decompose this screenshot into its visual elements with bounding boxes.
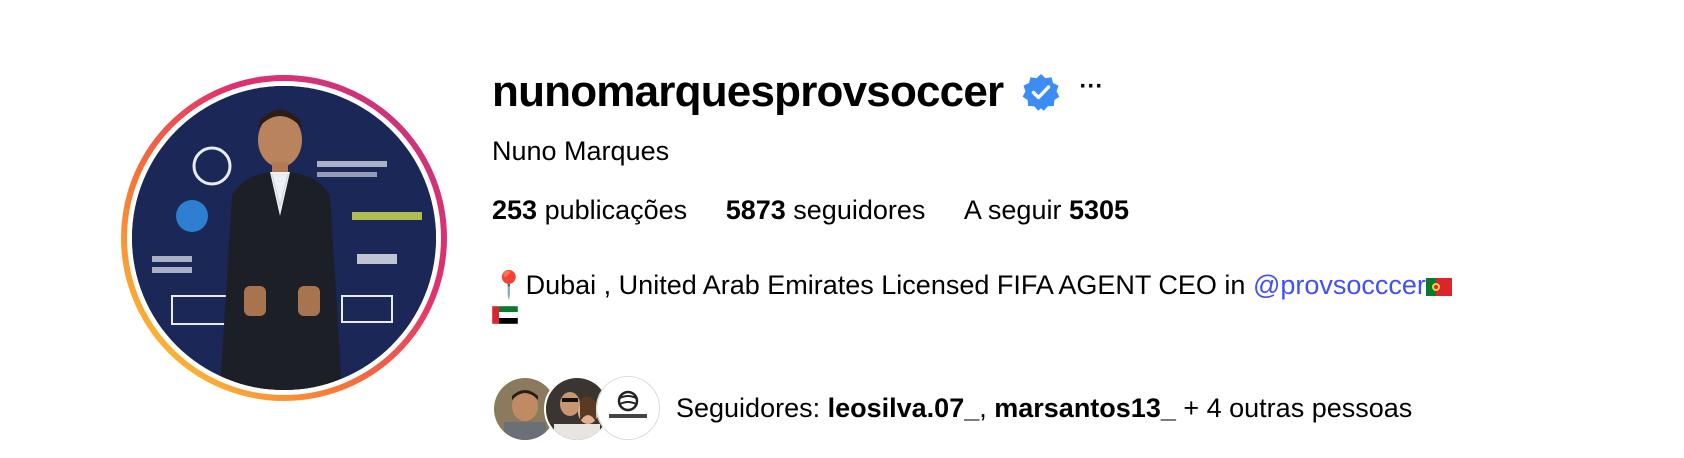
followed-by-prefix: Seguidores: bbox=[676, 393, 828, 423]
posts-count: 253 bbox=[492, 195, 538, 225]
following-stat[interactable]: A seguir 5305 bbox=[964, 193, 1129, 227]
uae-flag-icon bbox=[492, 306, 518, 324]
bio-line-2 bbox=[492, 306, 518, 324]
profile-avatar[interactable] bbox=[120, 74, 448, 402]
full-name: Nuno Marques bbox=[492, 136, 670, 166]
followers-count: 5873 bbox=[725, 195, 786, 225]
followed-by-row: Seguidores: leosilva.07_, marsantos13_ +… bbox=[492, 376, 1412, 442]
following-count: 5305 bbox=[1068, 195, 1130, 225]
username: nunomarquesprovsoccer bbox=[492, 67, 1004, 116]
profile-stats: 253 publicações 5873 seguidores A seguir… bbox=[492, 193, 1160, 227]
location-pin-icon: 📍 bbox=[492, 270, 526, 300]
mention-link[interactable]: @provsocccer bbox=[1253, 270, 1426, 300]
posts-stat[interactable]: 253 publicações bbox=[492, 193, 687, 227]
bio: 📍Dubai , United Arab Emirates Licensed F… bbox=[492, 268, 1452, 302]
follower-avatars bbox=[492, 376, 668, 442]
following-label: A seguir bbox=[963, 195, 1062, 225]
follower-avatar-3[interactable] bbox=[596, 376, 660, 440]
username-row: nunomarquesprovsoccer ··· bbox=[492, 66, 1103, 118]
verified-badge-icon bbox=[1022, 74, 1060, 111]
followed-by-text[interactable]: Seguidores: leosilva.07_, marsantos13_ +… bbox=[676, 391, 1412, 425]
portugal-flag-icon bbox=[1425, 277, 1452, 296]
avatar-photo bbox=[132, 86, 436, 390]
bio-text: Dubai , United Arab Emirates Licensed FI… bbox=[525, 270, 1253, 300]
more-options-icon[interactable]: ··· bbox=[1079, 75, 1103, 109]
followed-by-suffix: + 4 outras pessoas bbox=[1175, 393, 1413, 423]
posts-label: publicações bbox=[544, 195, 688, 225]
followers-stat[interactable]: 5873 seguidores bbox=[726, 193, 926, 227]
followed-by-user-2: marsantos13_ bbox=[994, 393, 1176, 423]
followers-label: seguidores bbox=[793, 195, 926, 225]
followed-by-separator: , bbox=[979, 393, 995, 423]
followed-by-user-1: leosilva.07_ bbox=[827, 393, 980, 423]
